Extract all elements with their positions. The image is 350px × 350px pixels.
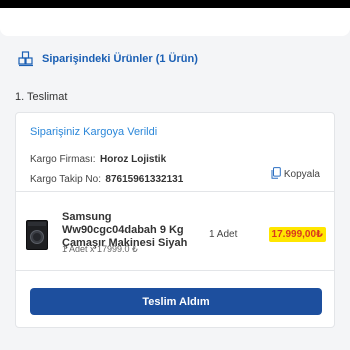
cargo-firm-row: Kargo Firması: Horoz Lojistik <box>30 149 166 167</box>
delivery-label: 1. Teslimat <box>15 91 68 103</box>
cargo-firm-label: Kargo Firması: <box>30 154 96 165</box>
price-badge: 17.999,00₺ <box>268 227 326 242</box>
section-title: Siparişindeki Ürünler (1 Ürün) <box>42 53 198 65</box>
product-quantity: 1 Adet <box>209 229 238 240</box>
divider <box>16 270 334 271</box>
washing-machine-image[interactable] <box>26 220 48 250</box>
tracking-label: Kargo Takip No: <box>30 174 101 185</box>
delivery-card: Siparişiniz Kargoya Verildi Kargo Firmas… <box>15 112 335 328</box>
unit-price-line: 1 Adet x 17999.0 ₺ <box>62 244 138 254</box>
confirm-delivery-button[interactable]: Teslim Aldım <box>30 288 322 315</box>
copy-label: Kopyala <box>283 169 320 180</box>
copy-icon <box>271 167 281 182</box>
cargo-firm-value: Horoz Lojistik <box>100 154 167 165</box>
status-bar <box>0 0 350 8</box>
divider <box>16 191 334 192</box>
section-header: Siparişindeki Ürünler (1 Ürün) <box>18 50 198 68</box>
copy-button[interactable]: Kopyala <box>271 167 320 182</box>
shipment-status: Siparişiniz Kargoya Verildi <box>30 126 158 138</box>
boxes-icon <box>18 51 34 67</box>
tracking-row: Kargo Takip No: 87615961332131 <box>30 169 183 187</box>
tracking-number: 87615961332131 <box>105 174 184 185</box>
previous-card <box>0 8 350 36</box>
